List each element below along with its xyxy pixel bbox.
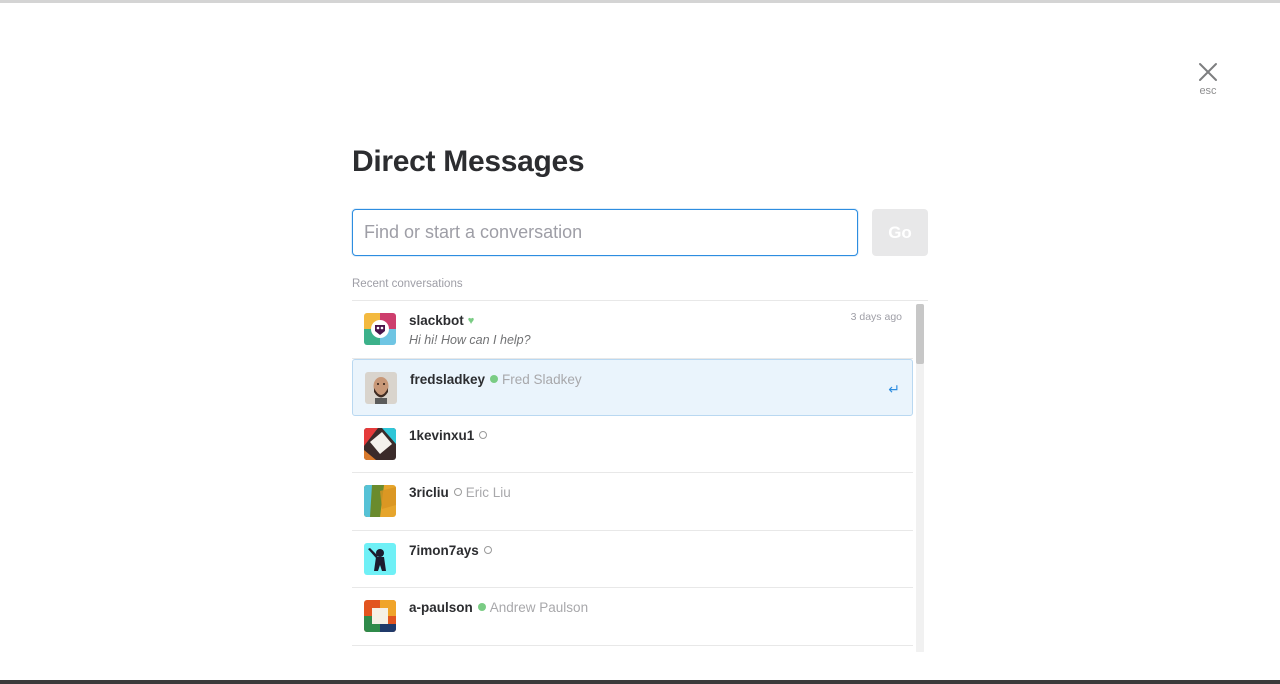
close-esc-label: esc [1199, 85, 1217, 97]
scrollbar[interactable] [916, 304, 924, 652]
conversation-name: 3ricliu Eric Liu [409, 485, 511, 500]
conversation-row-fredsladkey[interactable]: fredsladkey Fred Sladkey ↵ [352, 358, 913, 416]
conversation-preview: Hi hi! How can I help? [409, 333, 531, 347]
search-input[interactable] [352, 209, 858, 256]
conversation-row-a-paulson[interactable]: a-paulson Andrew Paulson [352, 588, 913, 646]
close-icon [1199, 63, 1217, 81]
dm-modal: Direct Messages Go Recent conversations [352, 143, 928, 652]
conversation-name: fredsladkey Fred Sladkey [410, 371, 582, 387]
conversation-name: 7imon7ays [409, 543, 492, 558]
avatar [364, 313, 396, 345]
conversation-row-slackbot[interactable]: slackbot ♥ Hi hi! How can I help? 3 days … [352, 301, 913, 359]
page-title: Direct Messages [352, 145, 585, 178]
conversation-time: 3 days ago [850, 311, 902, 323]
away-status-icon [453, 488, 462, 497]
go-button[interactable]: Go [872, 209, 928, 256]
close-button[interactable]: esc [1192, 61, 1224, 103]
conversation-row-7imon7ays[interactable]: 7imon7ays [352, 531, 913, 588]
avatar [364, 600, 396, 632]
conversation-name: slackbot ♥ [409, 313, 475, 328]
scrollbar-thumb[interactable] [916, 304, 924, 364]
conversation-list: slackbot ♥ Hi hi! How can I help? 3 days … [352, 300, 928, 652]
conversation-name: 1kevinxu1 [409, 428, 488, 443]
active-status-icon [490, 374, 499, 383]
active-status-icon [477, 603, 486, 612]
conversation-name: a-paulson Andrew Paulson [409, 600, 589, 615]
recent-conversations-label: Recent conversations [352, 278, 463, 290]
away-status-icon [479, 430, 488, 439]
conversation-row-3ricliu[interactable]: 3ricliu Eric Liu [352, 473, 913, 531]
heart-icon: ♥ [467, 315, 475, 328]
away-status-icon [483, 545, 492, 554]
avatar [364, 485, 396, 517]
return-icon: ↵ [888, 380, 900, 397]
avatar [365, 371, 397, 404]
search-row: Go [352, 209, 928, 256]
avatar [364, 542, 396, 575]
dm-modal-overlay: esc Direct Messages Go Recent conversati… [0, 0, 1280, 684]
avatar [364, 427, 396, 460]
conversation-row-1kevinxu1[interactable]: 1kevinxu1 [352, 416, 913, 473]
